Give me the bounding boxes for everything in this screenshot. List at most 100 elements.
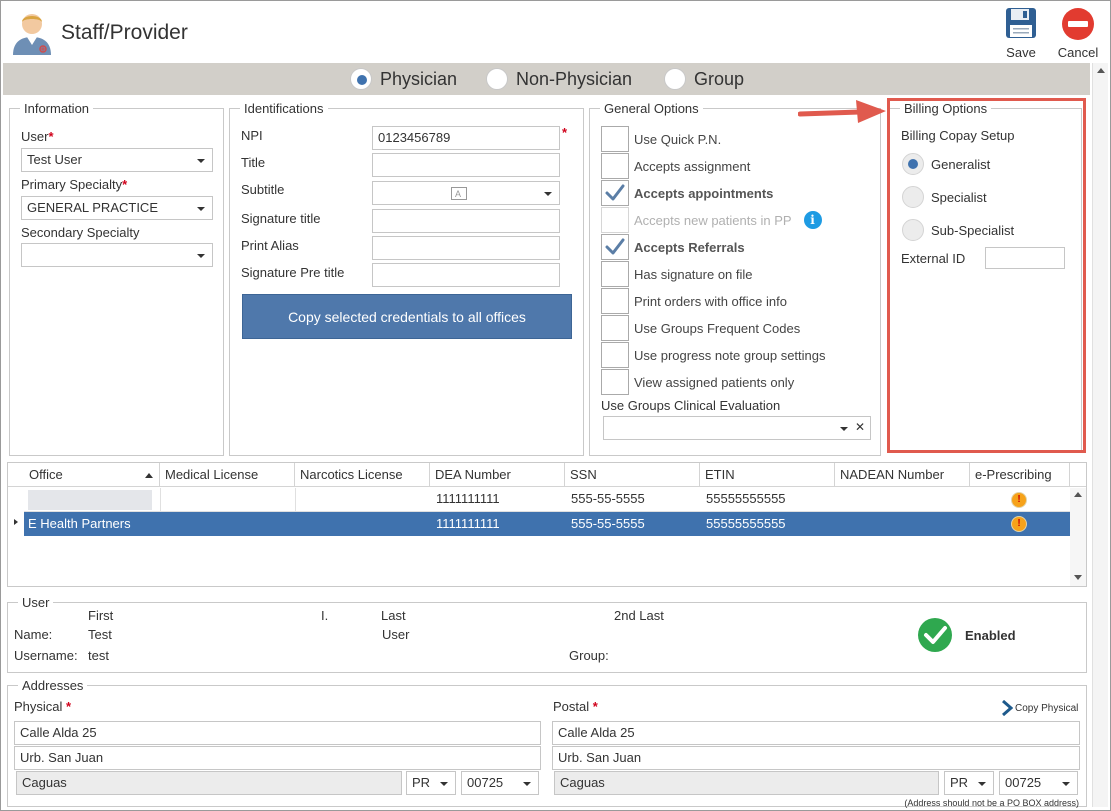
- physical-state-select[interactable]: PR: [406, 771, 456, 795]
- signature-pre-title-field[interactable]: [372, 263, 560, 287]
- scroll-up-icon[interactable]: [1097, 68, 1105, 73]
- postal-line1-field[interactable]: Calle Alda 25: [552, 721, 1080, 745]
- group-label: Group:: [569, 648, 609, 663]
- radio-specialist-label: Specialist: [931, 189, 987, 205]
- general-option-label: Use Quick P.N.: [634, 131, 722, 147]
- physical-city-field[interactable]: Caguas: [16, 771, 402, 795]
- subtitle-select[interactable]: A: [372, 181, 560, 205]
- user-select[interactable]: Test User: [21, 148, 213, 172]
- col-dea-number[interactable]: DEA Number: [430, 463, 565, 487]
- checkbox[interactable]: [601, 234, 629, 260]
- general-option-item[interactable]: Print orders with office info: [601, 288, 787, 314]
- col-narcotics-license[interactable]: Narcotics License: [295, 463, 430, 487]
- postal-zip-select[interactable]: 00725: [999, 771, 1078, 795]
- clear-icon[interactable]: ✕: [855, 420, 865, 434]
- radio-group[interactable]: Group: [664, 68, 744, 90]
- general-option-item[interactable]: View assigned patients only: [601, 369, 794, 395]
- title-field[interactable]: [372, 153, 560, 177]
- cell-ssn: 555-55-5555: [571, 516, 645, 531]
- checkbox[interactable]: [601, 315, 629, 341]
- checkmark-icon: [605, 184, 625, 201]
- physical-line2-field[interactable]: Urb. San Juan: [14, 746, 541, 770]
- physical-zip-value: 00725: [467, 775, 504, 790]
- col-office-label: Office: [29, 467, 63, 482]
- radio-specialist[interactable]: Specialist: [902, 186, 987, 208]
- checkbox[interactable]: [601, 369, 629, 395]
- grid-scroll-up-icon[interactable]: [1074, 492, 1082, 497]
- table-row[interactable]: E Health Partners 1111111111 555-55-5555…: [24, 512, 1070, 536]
- checkmark-icon: [605, 238, 625, 255]
- general-option-item[interactable]: Use progress note group settings: [601, 342, 826, 368]
- radio-sub-specialist[interactable]: Sub-Specialist: [902, 219, 1014, 241]
- cell-etin: 55555555555: [706, 516, 786, 531]
- general-option-item[interactable]: Has signature on file: [601, 261, 753, 287]
- info-icon[interactable]: i: [803, 211, 822, 229]
- radio-generalist[interactable]: Generalist: [902, 153, 990, 175]
- identifications-legend: Identifications: [240, 101, 328, 116]
- radio-physician[interactable]: Physician: [350, 68, 457, 90]
- radio-non-physician[interactable]: Non-Physician: [486, 68, 632, 90]
- signature-title-field[interactable]: [372, 209, 560, 233]
- last-name-value: User: [382, 627, 410, 642]
- cell-ssn: 555-55-5555: [571, 491, 645, 506]
- radio-sub-specialist-dot: [902, 219, 924, 241]
- checkbox[interactable]: [601, 261, 629, 287]
- cancel-icon: [1062, 8, 1094, 40]
- general-option-item[interactable]: Accepts appointments: [601, 180, 773, 206]
- first-name-value: Test: [88, 627, 112, 642]
- col-nadean-number[interactable]: NADEAN Number: [835, 463, 970, 487]
- cancel-button[interactable]: Cancel: [1056, 5, 1100, 60]
- user-select-value: Test User: [27, 152, 82, 167]
- col-medical-license[interactable]: Medical License: [160, 463, 295, 487]
- secondary-specialty-select[interactable]: [21, 243, 213, 267]
- checkbox[interactable]: [601, 342, 629, 368]
- npi-required-marker: *: [562, 125, 568, 140]
- grid-scrollbar[interactable]: [1070, 488, 1086, 586]
- checkbox[interactable]: [601, 207, 629, 233]
- clinical-eval-select[interactable]: ✕: [603, 416, 871, 440]
- col-ssn[interactable]: SSN: [565, 463, 700, 487]
- general-option-item[interactable]: Use Groups Frequent Codes: [601, 315, 800, 341]
- col-office[interactable]: Office: [24, 463, 160, 487]
- postal-zip-value: 00725: [1005, 775, 1042, 790]
- general-option-item[interactable]: Accepts new patients in PP i: [601, 207, 822, 233]
- warning-icon[interactable]: !: [1011, 516, 1027, 532]
- general-option-item[interactable]: Accepts Referrals: [601, 234, 745, 260]
- external-id-field[interactable]: [985, 247, 1065, 269]
- general-option-label: Use Groups Frequent Codes: [634, 320, 801, 336]
- print-alias-field[interactable]: [372, 236, 560, 260]
- provider-type-bar: Physician Non-Physician Group: [3, 63, 1090, 95]
- checkbox[interactable]: [601, 288, 629, 314]
- radio-non-physician-dot: [486, 68, 508, 90]
- table-row[interactable]: 1111111111 555-55-5555 55555555555 !: [24, 488, 1070, 512]
- checkbox[interactable]: [601, 153, 629, 179]
- col-etin[interactable]: ETIN: [700, 463, 835, 487]
- checkbox[interactable]: [601, 126, 629, 152]
- col-e-prescribing[interactable]: e-Prescribing: [970, 463, 1070, 487]
- primary-specialty-select[interactable]: GENERAL PRACTICE: [21, 196, 213, 220]
- save-button[interactable]: Save: [999, 5, 1043, 60]
- page-title: Staff/Provider: [61, 21, 188, 44]
- vertical-scrollbar[interactable]: [1092, 63, 1108, 807]
- row-indicator-icon: [14, 519, 18, 525]
- warning-icon[interactable]: !: [1011, 492, 1027, 508]
- physical-state-value: PR: [412, 775, 431, 790]
- name-label: Name:: [14, 627, 53, 642]
- checkbox[interactable]: [601, 180, 629, 206]
- copy-credentials-button[interactable]: Copy selected credentials to all offices: [242, 294, 572, 339]
- general-option-item[interactable]: Use Quick P.N.: [601, 126, 721, 152]
- grid-scroll-down-icon[interactable]: [1074, 575, 1082, 580]
- general-option-item[interactable]: Accepts assignment: [601, 153, 750, 179]
- postal-state-select[interactable]: PR: [944, 771, 994, 795]
- postal-city-field[interactable]: Caguas: [554, 771, 939, 795]
- postal-line2-field[interactable]: Urb. San Juan: [552, 746, 1080, 770]
- first-header: First: [88, 608, 114, 623]
- general-option-label: Print orders with office info: [634, 293, 787, 309]
- npi-field[interactable]: 0123456789: [372, 126, 560, 150]
- billing-options-legend: Billing Options: [900, 101, 992, 116]
- physical-line1-field[interactable]: Calle Alda 25: [14, 721, 541, 745]
- copy-physical-button[interactable]: Copy Physical: [1001, 700, 1078, 716]
- physical-zip-select[interactable]: 00725: [461, 771, 539, 795]
- staff-provider-window: Staff/Provider Save Cancel Physician Non…: [0, 0, 1111, 811]
- chevron-down-icon: [840, 427, 848, 431]
